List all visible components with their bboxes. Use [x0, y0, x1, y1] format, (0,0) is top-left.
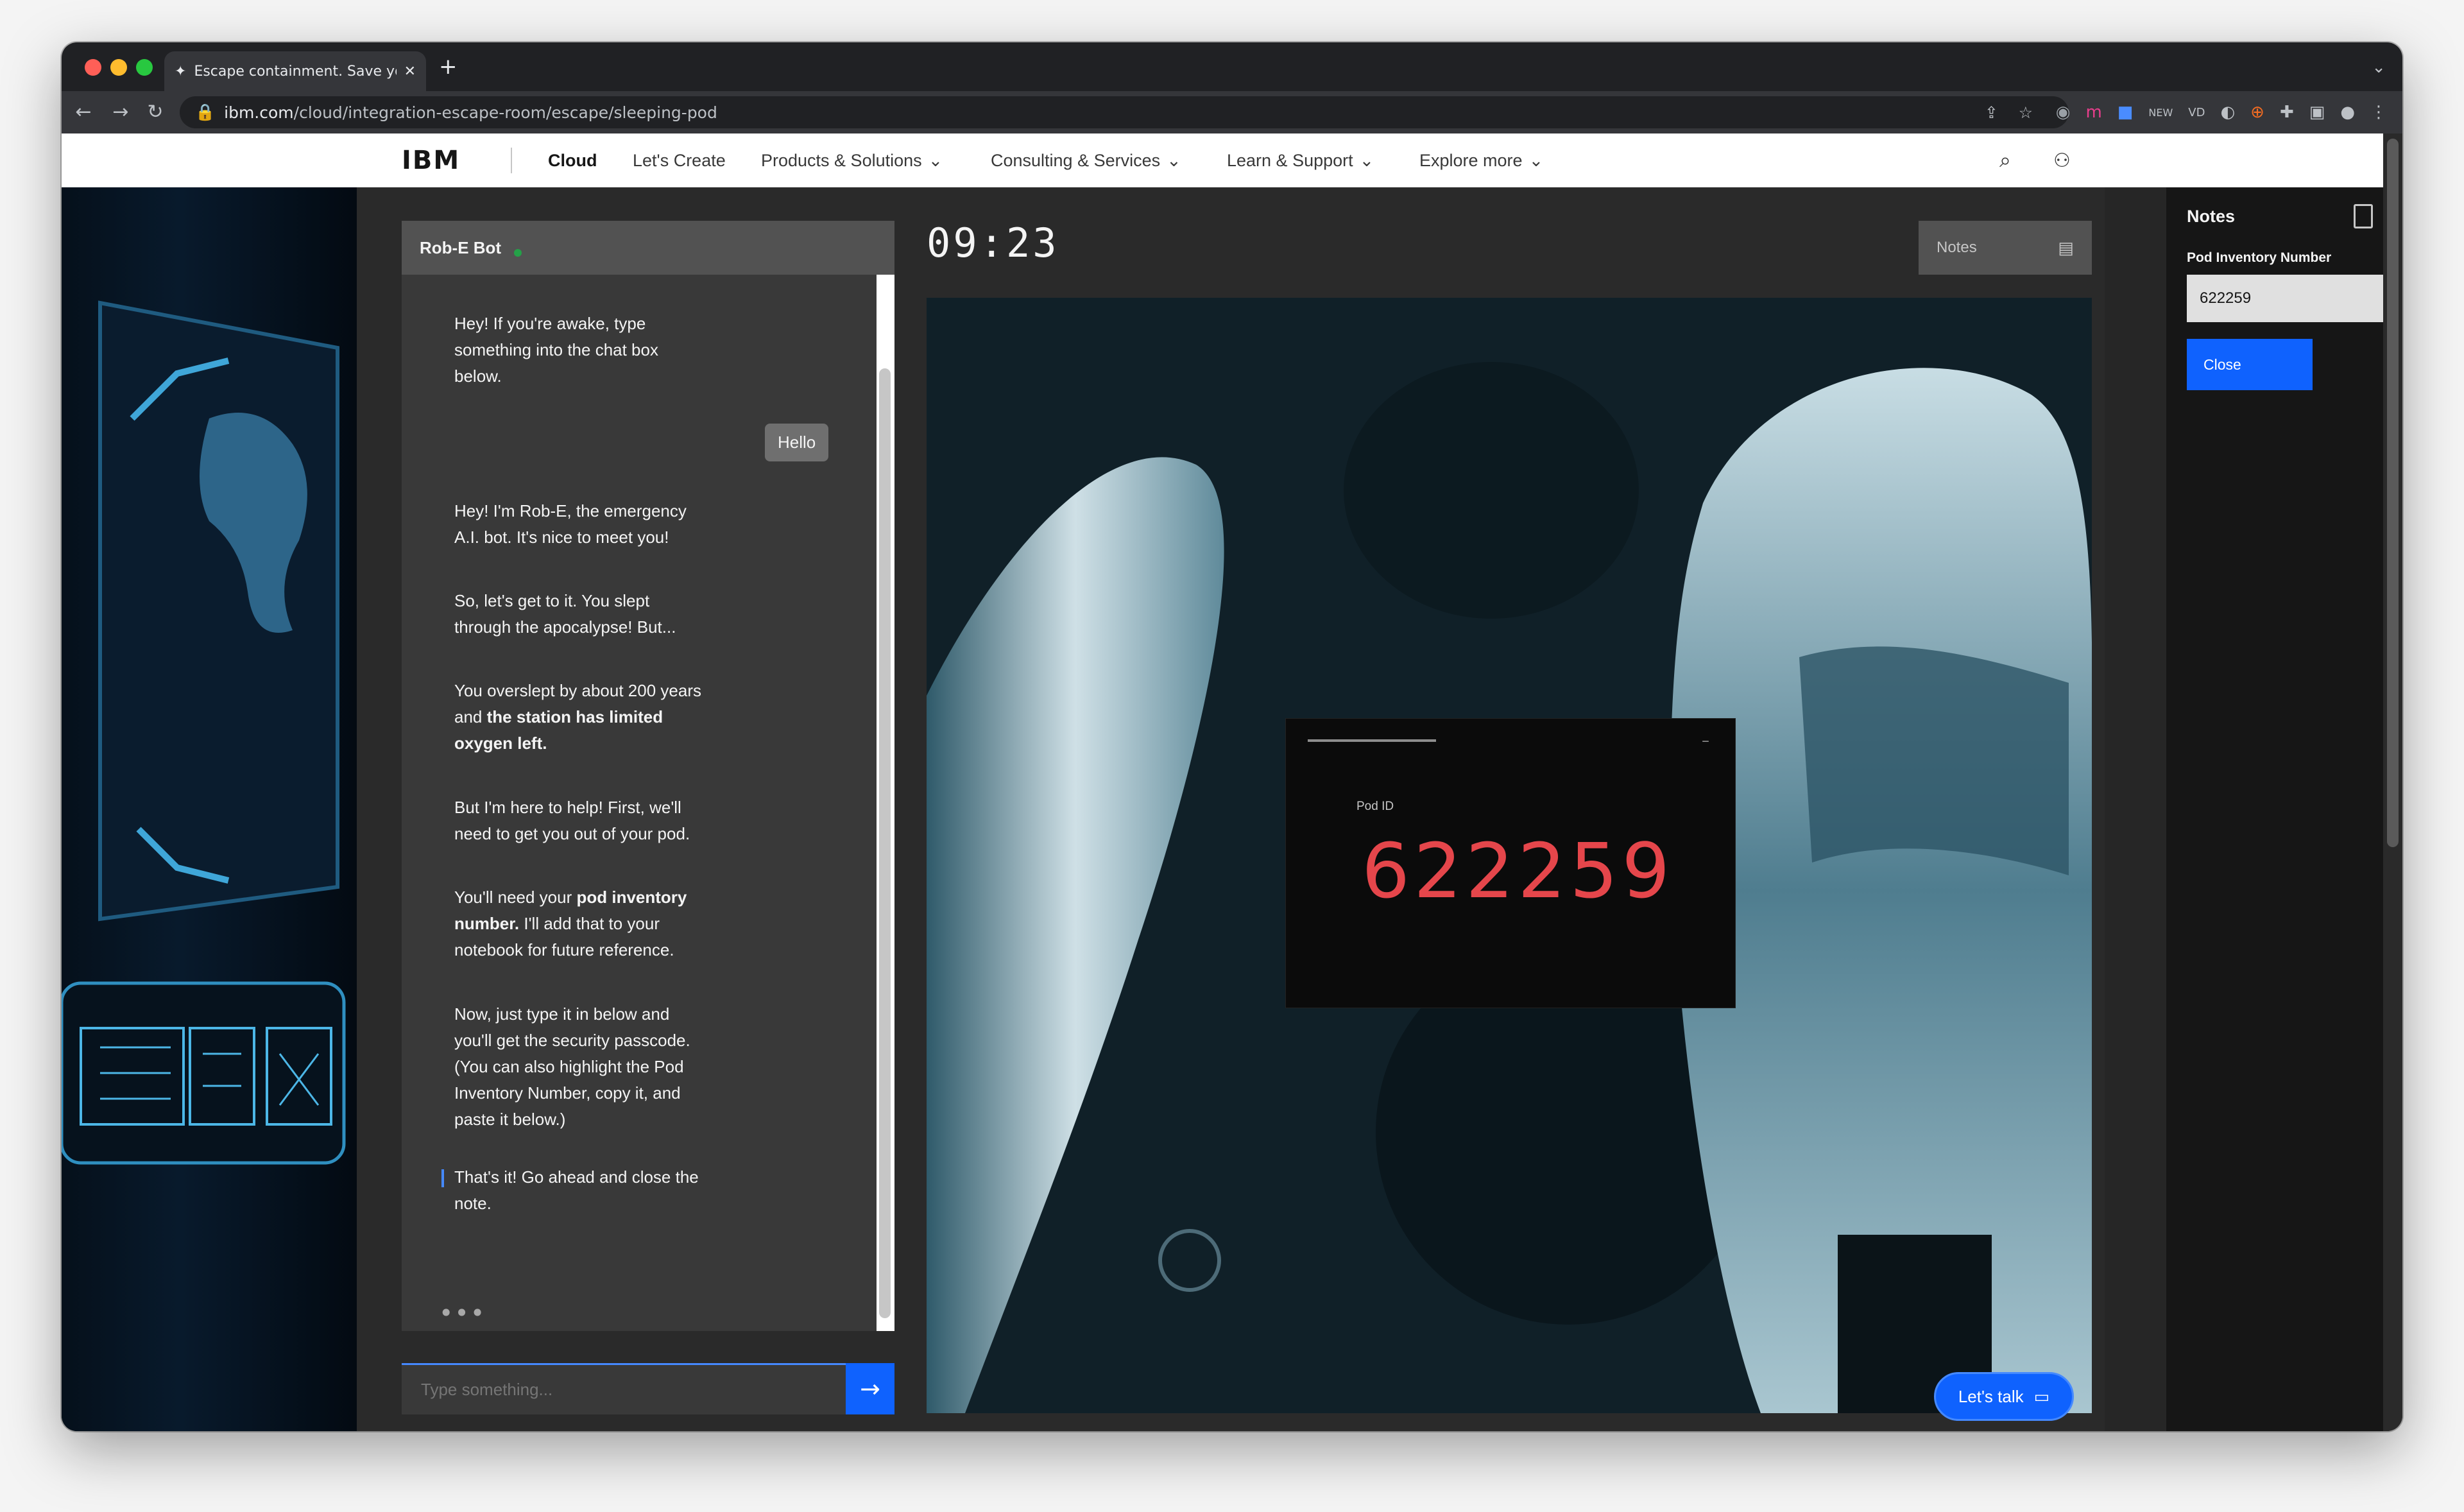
notes-button[interactable]: Notes ▤	[1919, 221, 2092, 275]
escape-room-stage: Rob-E Bot Hey! If you're awake, type som…	[62, 187, 2383, 1431]
zoom-extension-icon[interactable]: ■	[2118, 103, 2134, 122]
sleeping-pod-scene-image: – Pod ID 622259	[927, 298, 2092, 1413]
chat-scrollbar-thumb[interactable]	[879, 368, 891, 1318]
reload-icon[interactable]: ↻	[142, 99, 168, 125]
url-host: ibm.com	[224, 103, 294, 122]
chevron-down-icon: ⌄	[1359, 150, 1374, 170]
user-icon[interactable]: ⚇	[2053, 133, 2071, 187]
masthead-divider	[511, 148, 512, 173]
notes-panel: Notes Pod Inventory Number 622259 Close	[2166, 187, 2383, 1431]
eye-extension-icon[interactable]: ◐	[2220, 103, 2235, 122]
send-arrow-icon[interactable]: →	[846, 1363, 894, 1414]
countdown-timer: 09:23	[927, 219, 1059, 266]
notes-title: Notes	[2187, 207, 2236, 226]
bot-name: Rob-E Bot	[420, 237, 502, 257]
chat-header: Rob-E Bot	[402, 221, 894, 275]
vd-extension-icon[interactable]: VD	[2188, 106, 2205, 119]
nav-explore-more[interactable]: Explore more ⌄	[1419, 133, 1543, 187]
lock-icon: 🔒	[195, 103, 216, 121]
browser-toolbar: ← → ↻ 🔒 ibm.com/cloud/integration-escape…	[62, 91, 2402, 133]
ibm-masthead: IBM Cloud Let's Create Products & Soluti…	[62, 133, 2383, 187]
grammarly-extension-icon[interactable]: ◉	[2056, 103, 2071, 122]
pod-inventory-field[interactable]: 622259	[2187, 275, 2383, 322]
bot-message: Now, just type it in below and you'll ge…	[454, 1004, 690, 1129]
typing-indicator: •••	[439, 1299, 486, 1327]
lets-talk-button[interactable]: Let's talk ▭	[1934, 1372, 2074, 1421]
new-tab-button[interactable]: +	[439, 54, 458, 80]
chat-input[interactable]	[402, 1363, 846, 1414]
online-status-dot	[514, 249, 522, 257]
nav-cloud[interactable]: Cloud	[548, 133, 597, 187]
puzzle-extensions-icon[interactable]: ✚	[2280, 103, 2294, 122]
tab-search-icon[interactable]: ⌄	[2372, 58, 2386, 77]
tab-close-icon[interactable]: ✕	[404, 64, 416, 80]
browser-tab[interactable]: ✦ Escape containment. Save yourself ✕	[164, 51, 426, 91]
bot-message: Hey! If you're awake, type something int…	[454, 314, 658, 386]
tab-title: Escape containment. Save yourself	[194, 63, 396, 80]
new-extension-icon[interactable]: NEW	[2148, 107, 2173, 119]
chat-messages[interactable]: Hey! If you're awake, type something int…	[402, 275, 877, 1331]
latest-message-indicator	[441, 1169, 444, 1187]
bot-message: That's it! Go ahead and close the note.	[454, 1167, 699, 1213]
side-gutter	[2105, 187, 2166, 1431]
page-scrollbar-thumb[interactable]	[2387, 139, 2399, 847]
chrome-menu-icon[interactable]: ⋮	[2370, 103, 2387, 122]
chevron-down-icon: ⌄	[1528, 150, 1544, 170]
chevron-down-icon: ⌄	[1167, 150, 1181, 170]
bot-message: You'll need your pod inventory number. I…	[454, 888, 687, 959]
nav-products-solutions[interactable]: Products & Solutions ⌄	[761, 133, 943, 187]
close-button[interactable]: Close	[2187, 339, 2313, 390]
m-extension-icon[interactable]: m	[2085, 103, 2101, 122]
pod-inventory-label: Pod Inventory Number	[2187, 250, 2332, 265]
nav-learn-support[interactable]: Learn & Support ⌄	[1227, 133, 1374, 187]
share-icon[interactable]: ⇪	[1985, 103, 1998, 122]
bot-message: But I'm here to help! First, we'll need …	[454, 798, 690, 843]
bot-message: You overslept by about 200 years and the…	[454, 681, 701, 753]
back-icon[interactable]: ←	[71, 99, 96, 125]
notebook-icon	[2354, 204, 2373, 228]
tab-favicon-icon: ✦	[175, 63, 187, 80]
bookmark-star-icon[interactable]: ☆	[2019, 103, 2033, 122]
user-message: Hello	[765, 424, 829, 461]
chat-window: Rob-E Bot Hey! If you're awake, type som…	[402, 221, 894, 1414]
nav-lets-create[interactable]: Let's Create	[633, 133, 726, 187]
bot-message: So, let's get to it. You slept through t…	[454, 591, 676, 637]
bot-message: Hey! I'm Rob-E, the emergency A.I. bot. …	[454, 501, 687, 547]
pod-id-number: 622259	[1362, 827, 1674, 915]
sidebar-toggle-icon[interactable]: ▣	[2309, 103, 2325, 122]
chevron-down-icon: ⌄	[928, 150, 943, 170]
ibm-logo[interactable]: IBM	[402, 145, 460, 176]
notebook-icon: ▤	[2058, 237, 2074, 257]
address-bar[interactable]: 🔒 ibm.com/cloud/integration-escape-room/…	[180, 96, 2069, 128]
background-scene-image	[62, 187, 357, 1431]
minimize-window-button[interactable]	[110, 59, 127, 76]
extensions-bar: ◉ m ■ NEW VD ◐ ⊕ ✚ ▣ ● ⋮	[2056, 96, 2387, 128]
forward-icon[interactable]: →	[108, 99, 133, 125]
search-icon[interactable]: ⌕	[1999, 133, 2011, 187]
chat-bubble-icon: ▭	[2033, 1386, 2050, 1406]
close-window-button[interactable]	[85, 59, 101, 76]
pod-id-label: Pod ID	[1356, 800, 1394, 813]
nav-consulting-services[interactable]: Consulting & Services ⌄	[991, 133, 1181, 187]
honey-extension-icon[interactable]: ⊕	[2250, 103, 2264, 122]
url-path: /cloud/integration-escape-room/escape/sl…	[293, 103, 717, 122]
minimize-icon[interactable]: –	[1702, 732, 1709, 750]
profile-avatar-icon[interactable]: ●	[2340, 103, 2355, 122]
card-progress-line	[1308, 739, 1436, 742]
zoom-window-button[interactable]	[136, 59, 153, 76]
browser-window: ✦ Escape containment. Save yourself ✕ + …	[62, 42, 2402, 1431]
pod-id-card: – Pod ID 622259	[1286, 719, 1735, 1008]
